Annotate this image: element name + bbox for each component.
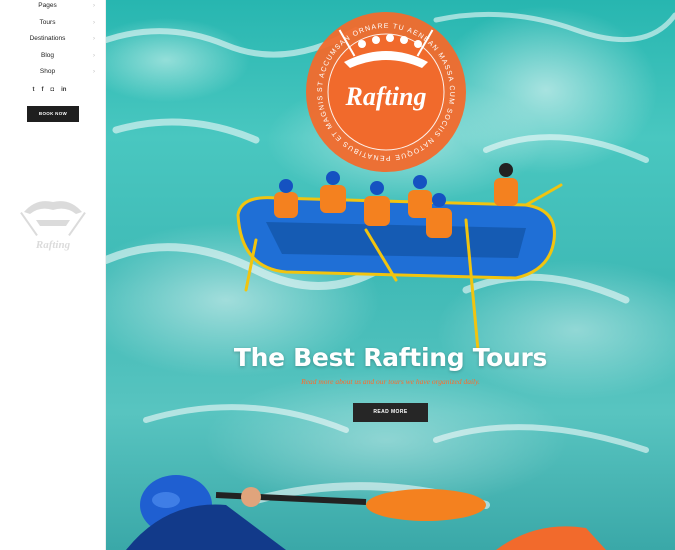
nav-item-destinations[interactable]: Destinations › xyxy=(0,31,105,48)
hero-title: The Best Rafting Tours xyxy=(233,343,548,372)
hero-section: ST ACCUMSAN ORNARE TU AENEAN MASSA CUM S… xyxy=(106,0,675,550)
nav-item-shop[interactable]: Shop › xyxy=(0,64,105,81)
facebook-icon[interactable]: f xyxy=(42,87,44,93)
linkedin-icon[interactable]: in xyxy=(61,87,66,93)
nav-item-label: Destinations xyxy=(29,35,66,42)
logo-paddle-left xyxy=(20,211,38,237)
instagram-icon[interactable]: ◘ xyxy=(51,87,55,93)
logo-paddle-right xyxy=(68,211,86,237)
nav-item-label: Blog xyxy=(40,51,54,59)
hero-image: ST ACCUMSAN ORNARE TU AENEAN MASSA CUM S… xyxy=(106,0,675,550)
nav-item-blog[interactable]: Blog › xyxy=(0,48,105,65)
nav-item-label: Tours xyxy=(39,18,56,26)
book-now-button[interactable]: BOOK NOW xyxy=(27,105,79,122)
logo-wave-shape xyxy=(24,201,82,214)
social-links: t f ◘ in xyxy=(0,87,105,93)
raft-illustration xyxy=(236,163,563,352)
twitter-icon[interactable]: t xyxy=(33,87,35,93)
read-more-button[interactable]: READ MORE xyxy=(353,403,428,422)
sidebar-nav: Pages › Tours › Destinations › Blog › Sh… xyxy=(0,0,105,81)
hero-subtitle: Read more about us and our tours we have… xyxy=(301,377,480,386)
logo-raft-shape xyxy=(36,220,70,226)
rafting-badge: ST ACCUMSAN ORNARE TU AENEAN MASSA CUM S… xyxy=(106,0,466,172)
chevron-right-icon: › xyxy=(93,19,95,26)
nav-item-tours[interactable]: Tours › xyxy=(0,15,105,32)
nav-item-label: Pages xyxy=(38,2,57,9)
chevron-right-icon: › xyxy=(93,36,95,42)
sidebar: Pages › Tours › Destinations › Blog › Sh… xyxy=(0,0,106,550)
chevron-right-icon: › xyxy=(93,69,95,75)
nav-item-label: Shop xyxy=(39,68,56,75)
badge-title: Rafting xyxy=(345,82,427,111)
chevron-right-icon: › xyxy=(93,52,95,59)
chevron-right-icon: › xyxy=(93,3,95,9)
logo-wordmark: Rafting xyxy=(35,239,71,251)
rafting-logo: Rafting xyxy=(20,201,86,251)
nav-item-pages[interactable]: Pages › xyxy=(0,0,105,15)
